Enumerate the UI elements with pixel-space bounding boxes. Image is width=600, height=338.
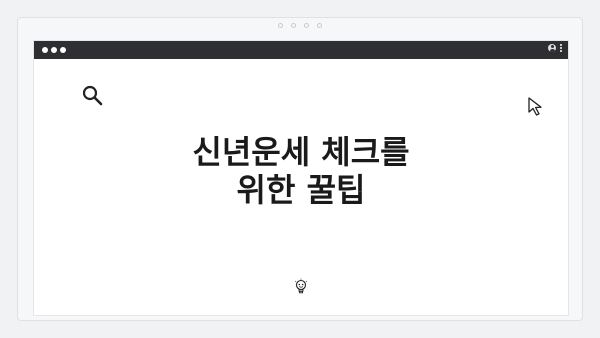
close-window-button[interactable] [42,47,48,53]
page-title-line-2: 위한 꿀팁 [236,171,366,209]
browser-window: 신년운세 체크를 위한 꿀팁 [33,40,569,316]
minimize-window-button[interactable] [51,47,57,53]
pagination-dot[interactable] [278,23,283,28]
maximize-window-button[interactable] [60,47,66,53]
window-controls [42,47,66,53]
more-vertical-icon[interactable] [560,44,562,52]
cursor-arrow-icon [528,97,542,116]
search-icon[interactable] [81,84,105,108]
titlebar-actions [548,44,562,52]
page-title: 신년운세 체크를 위한 꿀팁 [34,133,568,209]
pagination-dot[interactable] [304,23,309,28]
window-titlebar [34,41,568,59]
user-icon[interactable] [548,44,556,52]
lightbulb-icon [295,278,307,294]
pagination-dot[interactable] [317,23,322,28]
pagination-dots [18,23,582,28]
page-title-line-1: 신년운세 체크를 [192,133,410,171]
pagination-dot[interactable] [291,23,296,28]
